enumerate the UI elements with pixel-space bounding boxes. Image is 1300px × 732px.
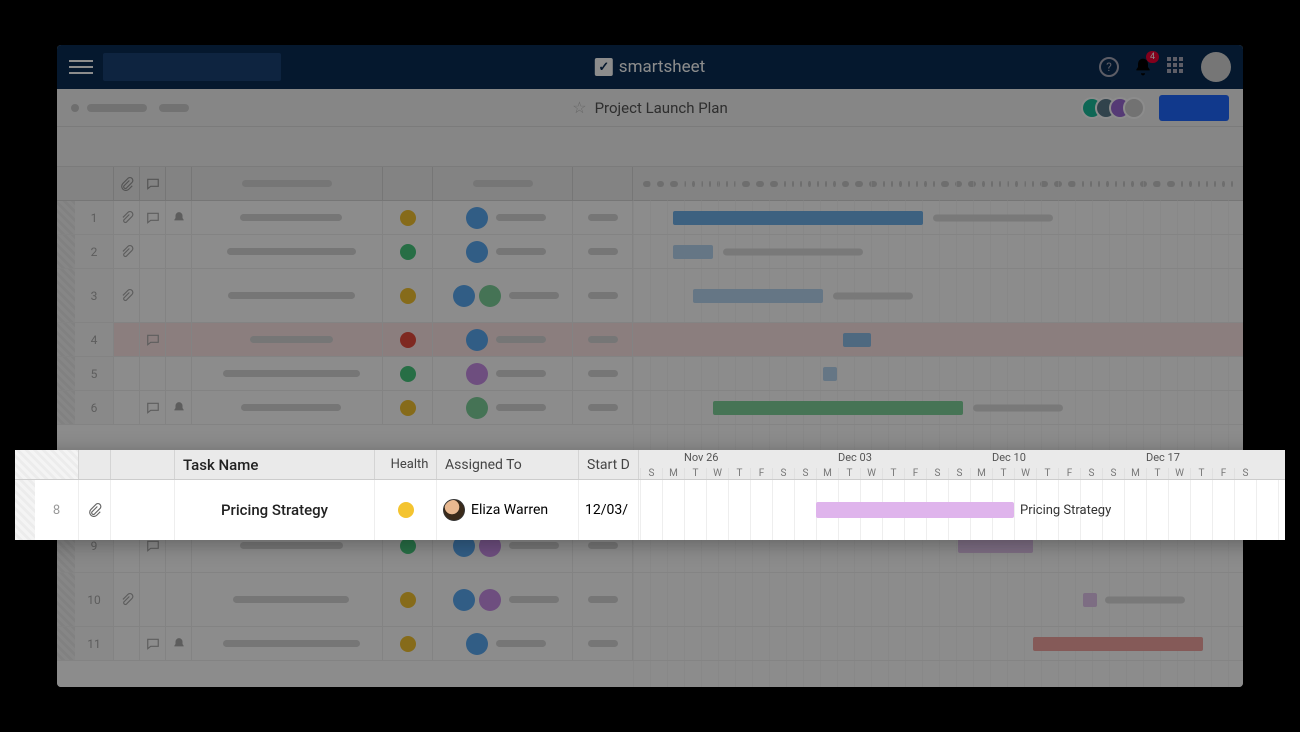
- menu-icon[interactable]: [69, 55, 93, 79]
- sheet-title-area[interactable]: ☆ Project Launch Plan: [572, 98, 728, 117]
- context-placeholder: [103, 53, 281, 81]
- titlebar: ✓ smartsheet ? 4: [57, 45, 1243, 89]
- grid-pane: 1 2 3 4 5: [57, 167, 633, 687]
- subheader: ☆ Project Launch Plan: [57, 89, 1243, 127]
- app-window: ✓ smartsheet ? 4 ☆ Project Launch Plan: [57, 45, 1243, 687]
- notifications-icon[interactable]: 4: [1133, 57, 1153, 77]
- attachment-icon: [120, 177, 134, 191]
- health-indicator-icon: [398, 502, 414, 518]
- favorite-star-icon[interactable]: ☆: [572, 98, 586, 117]
- brand-text: smartsheet: [619, 57, 705, 77]
- gantt-pane: [633, 167, 1243, 687]
- gantt-row[interactable]: [633, 235, 1243, 269]
- gantt-row[interactable]: [633, 391, 1243, 425]
- start-date-cell[interactable]: 12/03/: [579, 480, 639, 540]
- table-row[interactable]: 2: [57, 235, 633, 269]
- gantt-bar-label: Pricing Strategy: [1020, 503, 1111, 518]
- highlight-column-headers: Task Name Health Assigned To Start D: [15, 450, 640, 480]
- gantt-row[interactable]: Pricing Strategy: [640, 480, 1285, 540]
- col-start-date[interactable]: Start D: [579, 450, 639, 479]
- share-button[interactable]: [1159, 95, 1229, 121]
- gantt-row[interactable]: [633, 357, 1243, 391]
- presence-avatars[interactable]: [1089, 97, 1145, 119]
- col-health[interactable]: Health: [375, 450, 437, 479]
- table-row[interactable]: 4: [57, 323, 633, 357]
- gantt-row[interactable]: [633, 573, 1243, 627]
- notification-badge: 4: [1146, 51, 1159, 63]
- column-headers: [57, 167, 633, 201]
- table-row[interactable]: 6: [57, 391, 633, 425]
- col-task-name[interactable]: Task Name: [175, 450, 375, 479]
- assignee-name: Eliza Warren: [471, 502, 548, 518]
- apps-icon[interactable]: [1167, 57, 1187, 77]
- table-row[interactable]: 3: [57, 269, 633, 323]
- brand-logo: ✓ smartsheet: [595, 57, 705, 77]
- highlight-timescale: Nov 26Dec 03Dec 10Dec 17 SMTWTFSSMTWTFSS…: [640, 450, 1285, 480]
- sheet-title: Project Launch Plan: [595, 99, 728, 117]
- gantt-row[interactable]: [633, 323, 1243, 357]
- assigned-to-cell[interactable]: Eliza Warren: [437, 480, 579, 540]
- gantt-row[interactable]: [633, 201, 1243, 235]
- table-row[interactable]: 8 Pricing Strategy Eliza Warren 12/03/: [15, 480, 640, 540]
- comment-icon: [146, 177, 160, 191]
- table-row[interactable]: 1: [57, 201, 633, 235]
- toolbar: [57, 127, 1243, 167]
- attachment-icon: [88, 503, 102, 517]
- table-row[interactable]: 10: [57, 573, 633, 627]
- health-cell[interactable]: [375, 480, 437, 540]
- gantt-row[interactable]: [633, 269, 1243, 323]
- table-row[interactable]: 5: [57, 357, 633, 391]
- help-icon[interactable]: ?: [1099, 57, 1119, 77]
- row-number: 8: [35, 480, 78, 540]
- task-name-cell[interactable]: Pricing Strategy: [175, 480, 375, 540]
- col-assigned-to[interactable]: Assigned To: [437, 450, 579, 479]
- attachment-cell[interactable]: [79, 480, 111, 540]
- gantt-timescale: [633, 167, 1243, 201]
- highlighted-row: Task Name Health Assigned To Start D 8 P…: [15, 450, 1285, 540]
- assignee-avatar: [443, 499, 465, 521]
- table-row[interactable]: 11: [57, 627, 633, 661]
- brand-mark-icon: ✓: [595, 58, 613, 76]
- gantt-bar[interactable]: Pricing Strategy: [816, 502, 1014, 518]
- account-avatar[interactable]: [1201, 52, 1231, 82]
- gantt-row[interactable]: [633, 627, 1243, 661]
